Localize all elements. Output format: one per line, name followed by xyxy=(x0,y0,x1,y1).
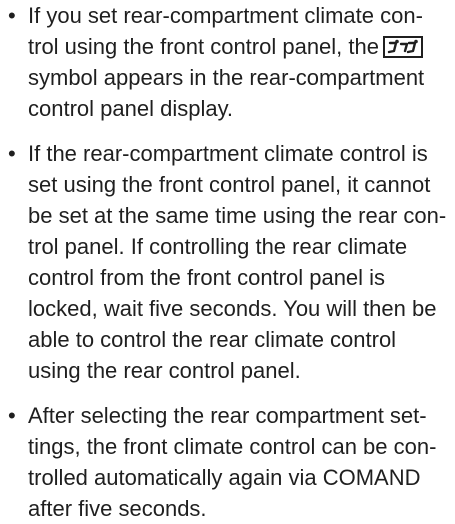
text-line: control panel display. xyxy=(28,96,234,121)
text-line: locked, wait five seconds. You will then… xyxy=(28,296,437,321)
text-line: trol panel. If controlling the rear clim… xyxy=(28,234,408,259)
text-line: be set at the same time using the rear c… xyxy=(28,203,447,228)
text-line: trolled automatically again via COMAND xyxy=(28,465,421,490)
text-line: set using the front control panel, it ca… xyxy=(28,172,431,197)
bullet-list: If you set rear-compartment climate con-… xyxy=(6,0,455,524)
rear-climate-sync-icon xyxy=(383,36,423,58)
text-line: After selecting the rear compartment set… xyxy=(28,403,427,428)
text-line: If the rear-compartment climate control … xyxy=(28,141,428,166)
text-line: tings, the front climate control can be … xyxy=(28,434,437,459)
text-line: after five seconds. xyxy=(28,496,207,521)
text-line: symbol appears in the rear-compartment xyxy=(28,65,425,90)
text-line: If you set rear-compartment climate con- xyxy=(28,3,423,28)
bullet-item-rear-panel-lock: If the rear-compartment climate control … xyxy=(6,138,455,386)
text-line: trol using the front control panel, the xyxy=(28,34,379,59)
text-line-with-symbol: trol using the front control panel, the xyxy=(28,31,455,62)
bullet-item-front-control-symbol: If you set rear-compartment climate con-… xyxy=(6,0,455,124)
text-line: using the rear control panel. xyxy=(28,358,301,383)
text-line: able to control the rear climate control xyxy=(28,327,397,352)
document-page: If you set rear-compartment climate con-… xyxy=(0,0,455,521)
bullet-item-front-auto-control: After selecting the rear compartment set… xyxy=(6,400,455,524)
text-line: control from the front control panel is xyxy=(28,265,386,290)
